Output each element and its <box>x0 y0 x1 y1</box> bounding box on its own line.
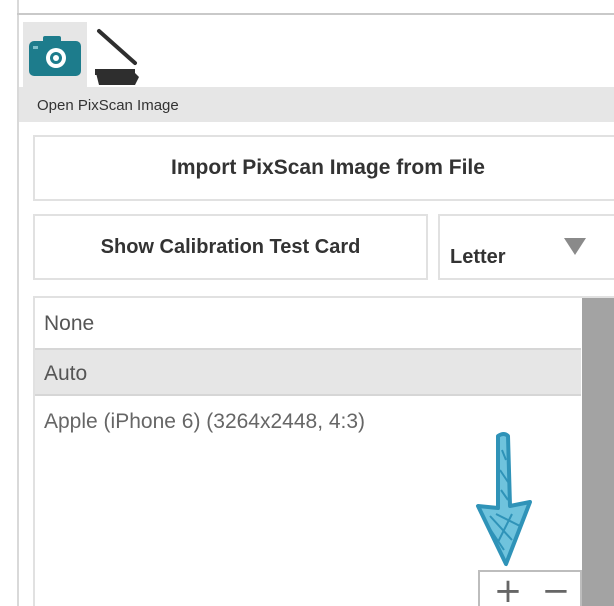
add-remove-controls: + − <box>478 570 582 606</box>
camera-icon <box>29 36 81 76</box>
list-scrollbar[interactable] <box>582 298 614 606</box>
paper-size-value: Letter <box>450 246 506 268</box>
source-toolbar <box>19 15 614 87</box>
tool-label-bar: Open PixScan Image <box>19 87 614 122</box>
camera-tool-button[interactable] <box>23 22 87 87</box>
list-item-selected[interactable]: Auto <box>35 348 581 396</box>
scanner-icon <box>95 29 139 85</box>
pixscan-panel: Open PixScan Image Import PixScan Image … <box>0 0 614 606</box>
scanner-tool-button[interactable] <box>91 25 147 87</box>
paper-size-select[interactable]: Letter <box>438 214 614 280</box>
selected-tool-label: Open PixScan Image <box>37 97 179 114</box>
import-image-button[interactable]: Import PixScan Image from File <box>33 135 614 201</box>
list-item[interactable]: None <box>35 300 581 348</box>
annotation-arrow-icon <box>476 432 532 566</box>
add-profile-button[interactable]: + <box>486 574 530 606</box>
show-calibration-card-button[interactable]: Show Calibration Test Card <box>33 214 428 280</box>
remove-profile-button[interactable]: − <box>534 574 578 606</box>
dropdown-arrow-icon <box>564 238 586 255</box>
